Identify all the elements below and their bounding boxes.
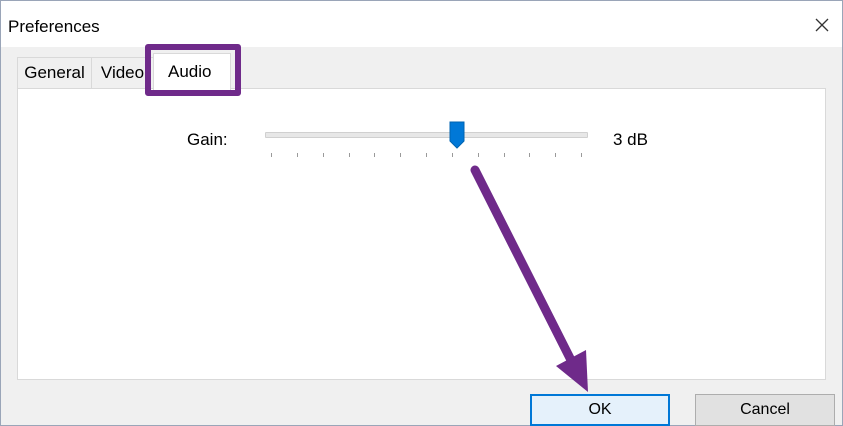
tab-video-label: Video (100, 63, 145, 82)
gain-value: 3 dB (613, 130, 648, 149)
dialog-title: Preferences (8, 17, 100, 36)
cancel-button-label: Cancel (740, 401, 790, 418)
gain-slider-tick (529, 153, 531, 157)
gain-slider-tick (451, 153, 453, 157)
gain-slider-tick (426, 153, 427, 157)
tab-audio[interactable]: Audio (153, 53, 231, 90)
gain-slider-tick (555, 153, 557, 157)
gain-slider-tick (322, 153, 324, 157)
tab-video[interactable]: Video (91, 57, 154, 88)
gain-slider-tick (400, 153, 402, 157)
gain-slider-tick (271, 153, 272, 157)
ok-button-label: OK (588, 401, 612, 418)
gain-slider-tick (348, 153, 350, 157)
cancel-button[interactable]: Cancel (695, 394, 835, 426)
gain-slider-tick (477, 153, 479, 157)
close-icon (815, 18, 829, 32)
tab-general-label: General (24, 63, 85, 82)
gain-label: Gain: (187, 130, 228, 149)
gain-slider-tick (296, 153, 298, 157)
tab-strip: General Video Audio (17, 53, 827, 90)
gain-slider-thumb[interactable] (449, 121, 465, 149)
gain-slider-tick (374, 153, 376, 157)
tab-audio-label: Audio (168, 62, 212, 81)
gain-slider-track[interactable] (265, 132, 588, 138)
ok-button[interactable]: OK (530, 394, 670, 426)
preferences-dialog: Preferences General Video Audio Gain: 3 … (0, 0, 843, 426)
gain-slider-tick (581, 153, 582, 157)
tab-general[interactable]: General (17, 57, 92, 88)
gain-slider-tick (503, 153, 505, 157)
close-button[interactable] (808, 11, 836, 39)
title-bar: Preferences (1, 1, 842, 47)
